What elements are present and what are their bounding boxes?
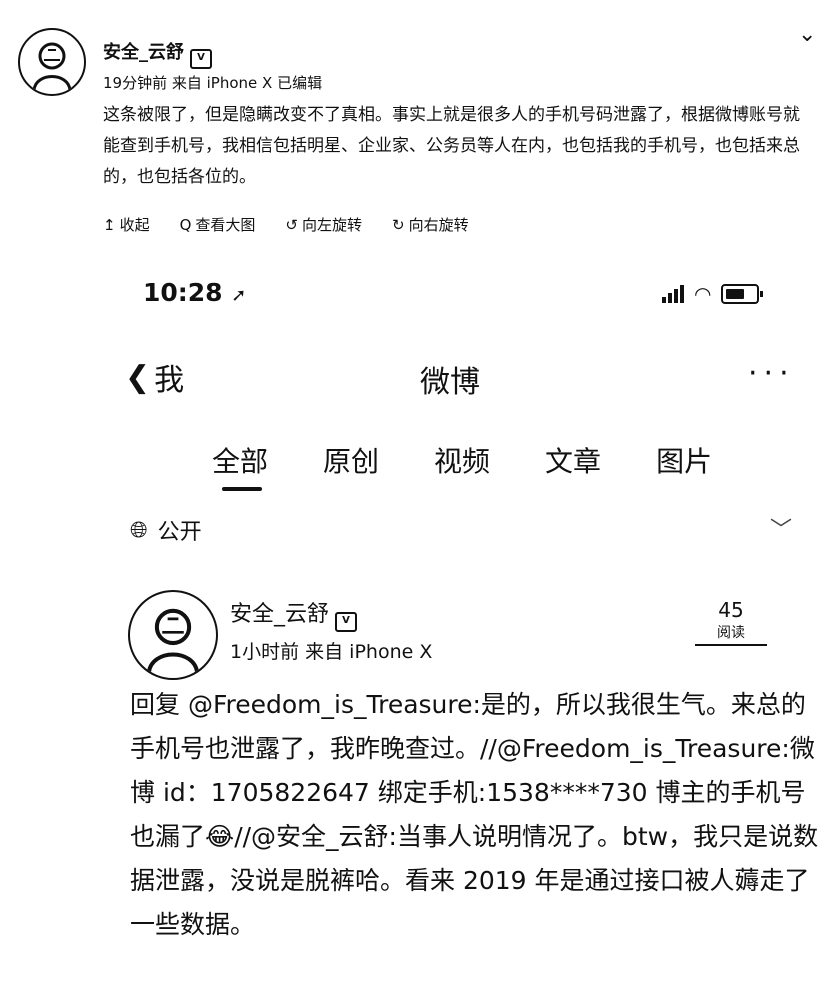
location-arrow-icon: ➚ <box>231 285 247 306</box>
active-tab-indicator <box>222 487 262 491</box>
visibility-selector[interactable]: 🌐︎ 公开 <box>130 514 202 546</box>
author-name-text: 安全_云舒 <box>103 42 184 63</box>
outer-avatar[interactable] <box>18 28 86 96</box>
tab-original[interactable]: 原创 <box>323 440 379 480</box>
inner-author-name[interactable]: 安全_云舒 V <box>230 596 358 632</box>
chevron-down-icon[interactable]: ﹀ <box>770 512 792 544</box>
outer-post-meta: 19分钟前 来自 iPhone X 已编辑 <box>103 74 323 92</box>
collapse-up-icon: ↥ <box>103 215 116 234</box>
outer-post-text: 这条被限了，但是隐瞒改变不了真相。事实上就是很多人的手机号码泄露了，根据微博账号… <box>103 105 800 187</box>
more-icon[interactable]: ··· <box>748 356 795 391</box>
rotate-left-button[interactable]: ↺ 向左旋转 <box>285 214 362 235</box>
tab-article[interactable]: 文章 <box>545 440 601 480</box>
status-bar-icons: ◠ <box>662 282 764 306</box>
collapse-button[interactable]: ↥ 收起 <box>103 214 150 235</box>
view-large-button[interactable]: Q 查看大图 <box>180 214 256 235</box>
magnifier-icon: Q <box>179 215 192 234</box>
chevron-down-icon[interactable]: ⌄ <box>798 22 816 47</box>
rotate-right-button[interactable]: ↻ 向右旋转 <box>392 214 469 235</box>
rotate-right-label: 向右旋转 <box>408 216 469 234</box>
read-count-value: 45 <box>718 598 744 622</box>
wifi-icon: ◠ <box>694 282 712 306</box>
read-count-label: 阅读 <box>717 625 745 641</box>
author-name-text: 安全_云舒 <box>230 602 330 627</box>
inner-post-meta: 1小时前 来自 iPhone X <box>230 641 433 663</box>
time-text: 10:28 <box>143 278 223 307</box>
globe-icon: 🌐︎ <box>130 517 148 543</box>
outer-author-name[interactable]: 安全_云舒 V <box>103 38 212 69</box>
tab-bar: 全部 原创 视频 文章 图片 <box>212 440 712 480</box>
tab-all[interactable]: 全部 <box>212 440 268 480</box>
rotate-right-icon: ↻ <box>392 215 405 234</box>
collapse-label: 收起 <box>119 216 150 234</box>
vip-badge-icon: V <box>335 612 358 632</box>
tab-video[interactable]: 视频 <box>434 440 490 480</box>
visibility-label: 公开 <box>157 520 202 545</box>
image-actions-bar: ↥ 收起 Q 查看大图 ↺ 向左旋转 ↻ 向右旋转 <box>103 214 469 235</box>
rotate-left-icon: ↺ <box>285 215 298 234</box>
rotate-left-label: 向左旋转 <box>302 216 363 234</box>
nav-title: 微博 <box>420 365 480 400</box>
status-bar-time: 10:28 ➚ <box>143 278 246 307</box>
tab-pictures[interactable]: 图片 <box>656 440 712 480</box>
read-count: 45 阅读 <box>695 598 767 646</box>
view-large-label: 查看大图 <box>195 216 256 234</box>
inner-post-text: 回复 @Freedom_is_Treasure:是的，所以我很生气。来总的手机号… <box>130 690 819 939</box>
vip-badge-icon: V <box>190 49 212 69</box>
signal-icon <box>662 285 684 303</box>
inner-avatar[interactable] <box>128 590 218 680</box>
battery-icon <box>721 284 764 304</box>
